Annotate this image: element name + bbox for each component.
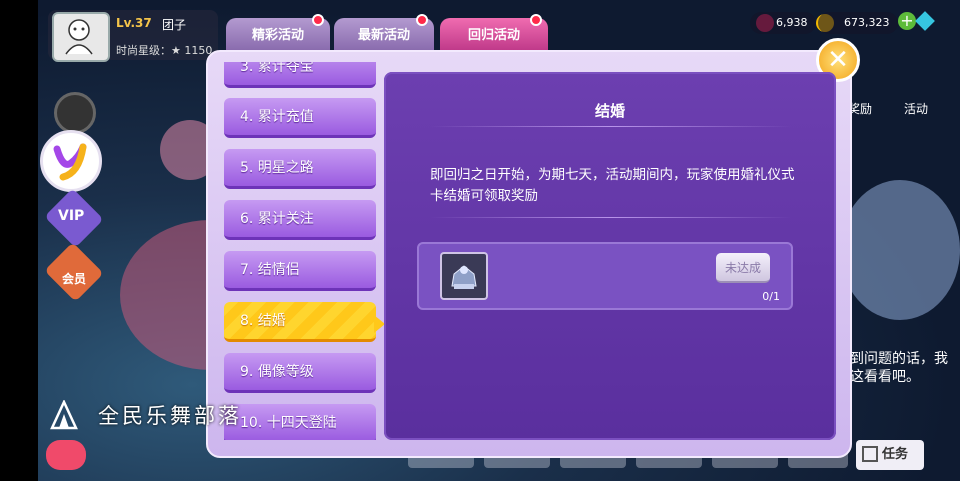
description-divider bbox=[430, 217, 792, 218]
tent-logo-icon bbox=[50, 400, 78, 430]
tab-label: 最新活动 bbox=[357, 28, 410, 43]
left-letterbox bbox=[0, 0, 38, 481]
list-item[interactable]: 7. 结情侣 bbox=[224, 251, 376, 291]
tab-featured-events[interactable]: 精彩活动 bbox=[226, 14, 330, 50]
right-menu-activity-label: 活动 bbox=[904, 102, 929, 116]
fashion-star-level: 时尚星级：★ 1150 bbox=[116, 44, 213, 57]
list-item[interactable]: 10. 十四天登陆 bbox=[224, 404, 376, 440]
music-disc-icon[interactable] bbox=[54, 92, 96, 134]
gem-counter: 6,938 bbox=[750, 12, 816, 34]
claim-reward-button[interactable]: 未达成 bbox=[716, 253, 770, 283]
list-item[interactable]: 5. 明星之路 bbox=[224, 149, 376, 189]
list-item-active[interactable]: 8. 结婚 bbox=[224, 302, 376, 342]
reward-progress: 0/1 bbox=[762, 290, 780, 303]
watermark-text: 全民乐舞部落 bbox=[98, 404, 242, 428]
chibi-avatar-icon bbox=[65, 19, 93, 55]
player-avatar[interactable] bbox=[52, 12, 110, 62]
event-title: 结婚 bbox=[594, 102, 625, 120]
list-item[interactable]: 4. 累计充值 bbox=[224, 98, 376, 138]
chat-bubble-icon[interactable] bbox=[46, 440, 86, 470]
vip-label: VIP bbox=[58, 208, 85, 224]
event-description: 即回归之日开始，为期七天，活动期间内，玩家使用婚礼仪式卡结婚可领取奖励 bbox=[430, 167, 795, 204]
tab-label: 精彩活动 bbox=[251, 28, 304, 43]
list-item[interactable]: 3. 累计夺宝 bbox=[224, 62, 376, 88]
list-item[interactable]: 6. 累计关注 bbox=[224, 200, 376, 240]
tab-label: 回归活动 bbox=[467, 28, 520, 43]
tab-latest-events[interactable]: 最新活动 bbox=[334, 14, 434, 50]
title-divider bbox=[430, 126, 792, 127]
helper-tip-text: 到问题的话，我这看看吧。 bbox=[850, 351, 948, 385]
app-logo-icon[interactable] bbox=[40, 130, 102, 192]
y-logo-icon bbox=[53, 143, 87, 181]
close-icon: ✕ bbox=[827, 45, 849, 75]
coin-counter: 673,323 bbox=[818, 12, 898, 34]
list-item[interactable]: 9. 偶像等级 bbox=[224, 353, 376, 393]
wedding-ceremony-card-icon bbox=[451, 265, 477, 289]
player-name: 团子 bbox=[162, 18, 187, 32]
notification-dot-icon bbox=[312, 14, 324, 26]
event-list[interactable]: 3. 累计夺宝 4. 累计充值 5. 明星之路 6. 累计关注 7. 结情侣 8… bbox=[222, 62, 378, 440]
player-level: Lv.37 bbox=[116, 16, 152, 30]
add-coins-icon[interactable]: + bbox=[898, 12, 916, 30]
background-tower-decoration bbox=[840, 180, 960, 320]
tab-return-events[interactable]: 回归活动 bbox=[440, 14, 548, 50]
task-icon bbox=[862, 446, 878, 462]
notification-dot-icon bbox=[416, 14, 428, 26]
task-button-label: 任务 bbox=[882, 447, 909, 462]
member-label: 会员 bbox=[62, 272, 87, 286]
notification-dot-icon bbox=[530, 14, 542, 26]
